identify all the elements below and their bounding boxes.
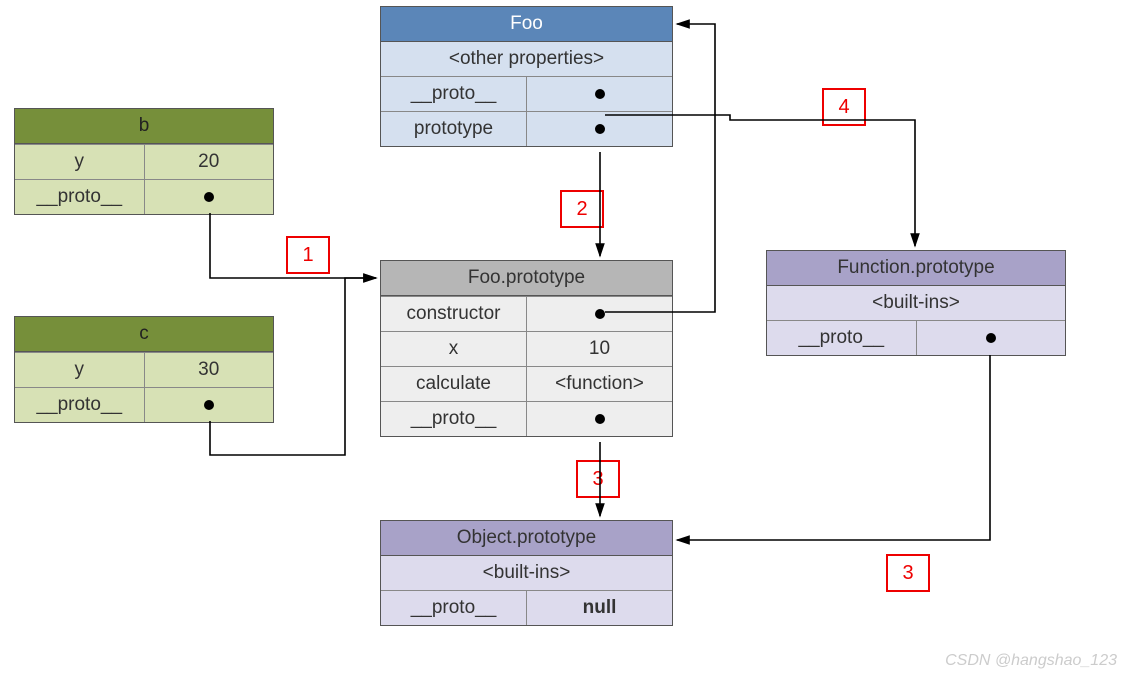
label-4-box: 4 <box>822 88 866 126</box>
b-y-label: y <box>15 145 144 179</box>
dot-icon <box>595 89 605 99</box>
dot-icon <box>595 309 605 319</box>
constructor-val <box>526 297 672 331</box>
foo-box: Foo <other properties> __proto__ prototy… <box>380 6 673 147</box>
c-box: c y 30 __proto__ <box>14 316 274 423</box>
objProto-proto-label: __proto__ <box>381 591 526 625</box>
label-4: 4 <box>838 96 849 119</box>
function-prototype-box: Function.prototype <built-ins> __proto__ <box>766 250 1066 356</box>
b-proto-label: __proto__ <box>15 180 144 214</box>
label-1-box: 1 <box>286 236 330 274</box>
dot-icon <box>204 400 214 410</box>
foo-other: <other properties> <box>381 42 672 76</box>
constructor-label: constructor <box>381 297 526 331</box>
b-proto-val <box>144 180 274 214</box>
calc-label: calculate <box>381 367 526 401</box>
b-header: b <box>15 109 273 144</box>
object-prototype-box: Object.prototype <built-ins> __proto__ n… <box>380 520 673 626</box>
funcProto-proto-val <box>916 321 1066 355</box>
funcProto-proto-label: __proto__ <box>767 321 916 355</box>
foo-prototype-box: Foo.prototype constructor x 10 calculate… <box>380 260 673 437</box>
objProto-null: null <box>526 591 672 625</box>
dot-icon <box>986 333 996 343</box>
function-builtins: <built-ins> <box>767 286 1065 320</box>
object-prototype-header: Object.prototype <box>381 521 672 556</box>
c-proto-label: __proto__ <box>15 388 144 422</box>
dot-icon <box>204 192 214 202</box>
label-3b: 3 <box>902 562 913 585</box>
foo-prototype-val <box>526 112 672 146</box>
b-y-value: 20 <box>144 145 274 179</box>
label-3a-box: 3 <box>576 460 620 498</box>
foo-prototype-label: prototype <box>381 112 526 146</box>
foo-header: Foo <box>381 7 672 42</box>
watermark: CSDN @hangshao_123 <box>945 652 1117 670</box>
object-builtins: <built-ins> <box>381 556 672 590</box>
fooProto-proto-label: __proto__ <box>381 402 526 436</box>
foo-proto-val <box>526 77 672 111</box>
label-3b-box: 3 <box>886 554 930 592</box>
fooProto-proto-val <box>526 402 672 436</box>
label-2: 2 <box>576 198 587 221</box>
c-y-value: 30 <box>144 353 274 387</box>
c-y-label: y <box>15 353 144 387</box>
c-header: c <box>15 317 273 352</box>
dot-icon <box>595 124 605 134</box>
label-2-box: 2 <box>560 190 604 228</box>
dot-icon <box>595 414 605 424</box>
calc-value: <function> <box>526 367 672 401</box>
x-label: x <box>381 332 526 366</box>
x-value: 10 <box>526 332 672 366</box>
c-proto-val <box>144 388 274 422</box>
label-3a: 3 <box>592 468 603 491</box>
label-1: 1 <box>302 244 313 267</box>
b-box: b y 20 __proto__ <box>14 108 274 215</box>
foo-proto-label: __proto__ <box>381 77 526 111</box>
function-prototype-header: Function.prototype <box>767 251 1065 286</box>
foo-prototype-header: Foo.prototype <box>381 261 672 296</box>
